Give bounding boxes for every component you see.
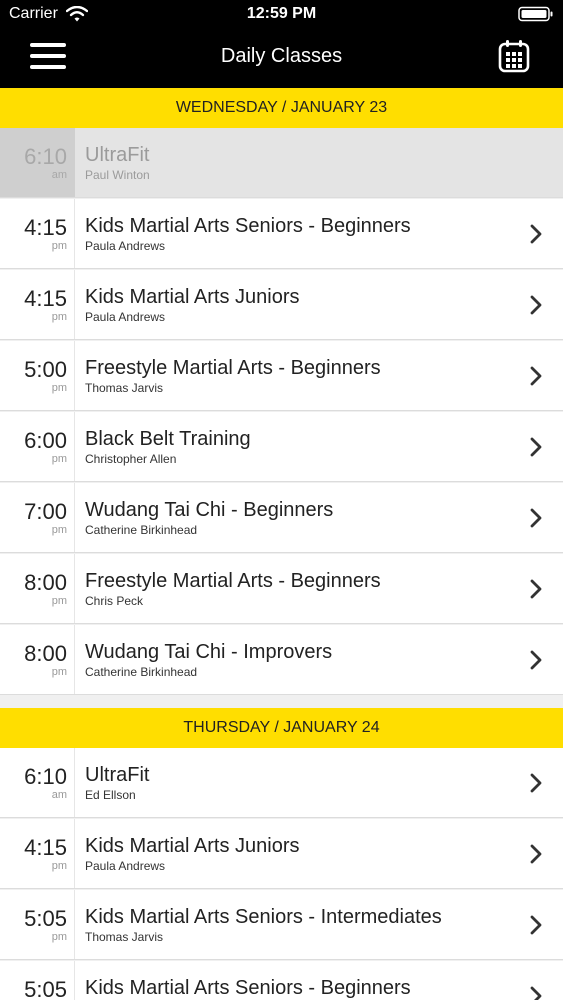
class-instructor: Paul Winton — [85, 168, 150, 182]
class-row[interactable]: 8:00 pm Freestyle Martial Arts - Beginners… — [0, 554, 563, 624]
class-time-ampm: am — [51, 169, 67, 181]
class-time: 5:00 pm — [0, 341, 75, 410]
chevron-right-icon — [530, 844, 542, 864]
class-instructor: Thomas Jarvis — [85, 930, 164, 944]
class-name: Kids Martial Arts Seniors - Beginners — [85, 215, 411, 237]
class-name: UltraFit — [85, 764, 150, 786]
class-time: 4:15 pm — [0, 270, 75, 339]
class-instructor: Thomas Jarvis — [85, 381, 164, 395]
class-row: 6:10 am UltraFit Paul Winton — [0, 128, 563, 198]
chevron-right-icon — [530, 437, 542, 457]
class-instructor: Chris Peck — [85, 594, 144, 608]
class-row[interactable]: 4:15 pm Kids Martial Arts Seniors - Beginn… — [0, 199, 563, 269]
class-row[interactable]: 8:00 pm Wudang Tai Chi - Improvers Catherin… — [0, 625, 563, 695]
class-row[interactable]: 5:05 pm Kids Martial Arts Seniors - Interm… — [0, 890, 563, 960]
class-time-ampm: pm — [51, 931, 67, 943]
status-bar: Carrier 12:59 PM — [0, 0, 563, 28]
day-section-header: THURSDAY / JANUARY 24 — [0, 708, 563, 748]
class-time-value: 4:15 — [24, 215, 67, 240]
class-time: 6:10 am — [0, 748, 75, 817]
class-name: Kids Martial Arts Seniors - Beginners — [85, 977, 411, 999]
chevron-right-icon — [530, 773, 542, 793]
class-row[interactable]: 7:00 pm Wudang Tai Chi - Beginners Catherin… — [0, 483, 563, 553]
chevron-right-icon — [530, 366, 542, 386]
class-time-ampm: pm — [51, 666, 67, 678]
class-time-value: 5:05 — [24, 977, 67, 1000]
class-time-ampm: pm — [51, 595, 67, 607]
class-instructor: Paula Andrews — [85, 310, 166, 324]
nav-bar: Daily Classes — [0, 28, 563, 88]
class-time: 4:15 pm — [0, 199, 75, 268]
class-name: Black Belt Training — [85, 428, 251, 450]
class-row[interactable]: 5:05pm Kids Martial Arts Seniors - Beginn… — [0, 961, 563, 1000]
chevron-right-icon — [530, 650, 542, 670]
class-time-value: 8:00 — [24, 570, 67, 595]
class-time-value: 4:15 — [24, 835, 67, 860]
class-instructor: Catherine Birkinhead — [85, 665, 198, 679]
class-instructor: Ed Ellson — [85, 788, 136, 802]
section-spacer — [0, 696, 563, 708]
class-time: 6:10 am — [0, 128, 75, 197]
class-name: Wudang Tai Chi - Improvers — [85, 641, 333, 663]
class-name: Kids Martial Arts Juniors — [85, 835, 300, 857]
class-time: 7:00 pm — [0, 483, 75, 552]
class-row[interactable]: 6:00 pm Black Belt Training Christopher All… — [0, 412, 563, 482]
class-time: 4:15 pm — [0, 819, 75, 888]
class-instructor: Catherine Birkinhead — [85, 523, 198, 537]
class-time: 5:05pm — [0, 890, 75, 959]
page-title: Daily Classes — [220, 45, 343, 67]
class-name: Wudang Tai Chi - Beginners — [85, 499, 334, 521]
class-time-value: 4:15 — [24, 286, 67, 311]
class-time-value: 6:00 — [24, 428, 67, 453]
class-time-value: 5:00 — [24, 357, 67, 382]
class-time-value: 7:00 — [24, 499, 67, 524]
day-section-header: WEDNESDAY / JANUARY 23 — [0, 88, 563, 128]
chevron-right-icon — [530, 508, 542, 528]
class-time-value: 5:05 — [24, 906, 67, 931]
calendar-icon[interactable] — [498, 39, 530, 73]
class-time-ampm: pm — [51, 382, 67, 394]
class-name: Freestyle Martial Arts - Beginners — [85, 357, 381, 379]
class-name: UltraFit — [85, 144, 150, 166]
class-row[interactable]: 4:15 pm Kids Martial Arts Juniors Paula And… — [0, 819, 563, 889]
clock: 12:59 PM — [246, 5, 317, 22]
class-time-value: 8:00 — [24, 641, 67, 666]
class-time-ampm: pm — [51, 453, 67, 465]
class-time: 8:00 pm — [0, 554, 75, 623]
battery-icon — [518, 6, 553, 22]
class-name: Kids Martial Arts Seniors - Intermediate… — [85, 906, 442, 928]
class-time-ampm: pm — [51, 240, 67, 252]
class-time: 6:00 pm — [0, 412, 75, 481]
class-time-ampm: pm — [51, 524, 67, 536]
class-instructor: Paula Andrews — [85, 239, 166, 253]
class-time: 5:05pm — [0, 961, 75, 1000]
chevron-right-icon — [530, 224, 542, 244]
class-time-value: 6:10 — [24, 764, 67, 789]
class-name: Kids Martial Arts Juniors — [85, 286, 300, 308]
class-time-ampm: pm — [51, 860, 67, 872]
class-row[interactable]: 4:15 pm Kids Martial Arts Juniors Paula And… — [0, 270, 563, 340]
class-time-ampm: am — [51, 789, 67, 801]
class-instructor: Paula Andrews — [85, 859, 166, 873]
class-name: Freestyle Martial Arts - Beginners — [85, 570, 381, 592]
chevron-right-icon — [530, 986, 542, 1000]
class-time: 8:00 pm — [0, 625, 75, 694]
chevron-right-icon — [530, 915, 542, 935]
chevron-right-icon — [530, 295, 542, 315]
chevron-right-icon — [530, 579, 542, 599]
class-time-value: 6:10 — [24, 144, 67, 169]
class-row[interactable]: 6:10 am UltraFit Ed Ellson — [0, 748, 563, 818]
class-instructor: Christopher Allen — [85, 452, 177, 466]
class-row[interactable]: 5:00 pm Freestyle Martial Arts - Beginners… — [0, 341, 563, 411]
class-time-ampm: pm — [51, 311, 67, 323]
